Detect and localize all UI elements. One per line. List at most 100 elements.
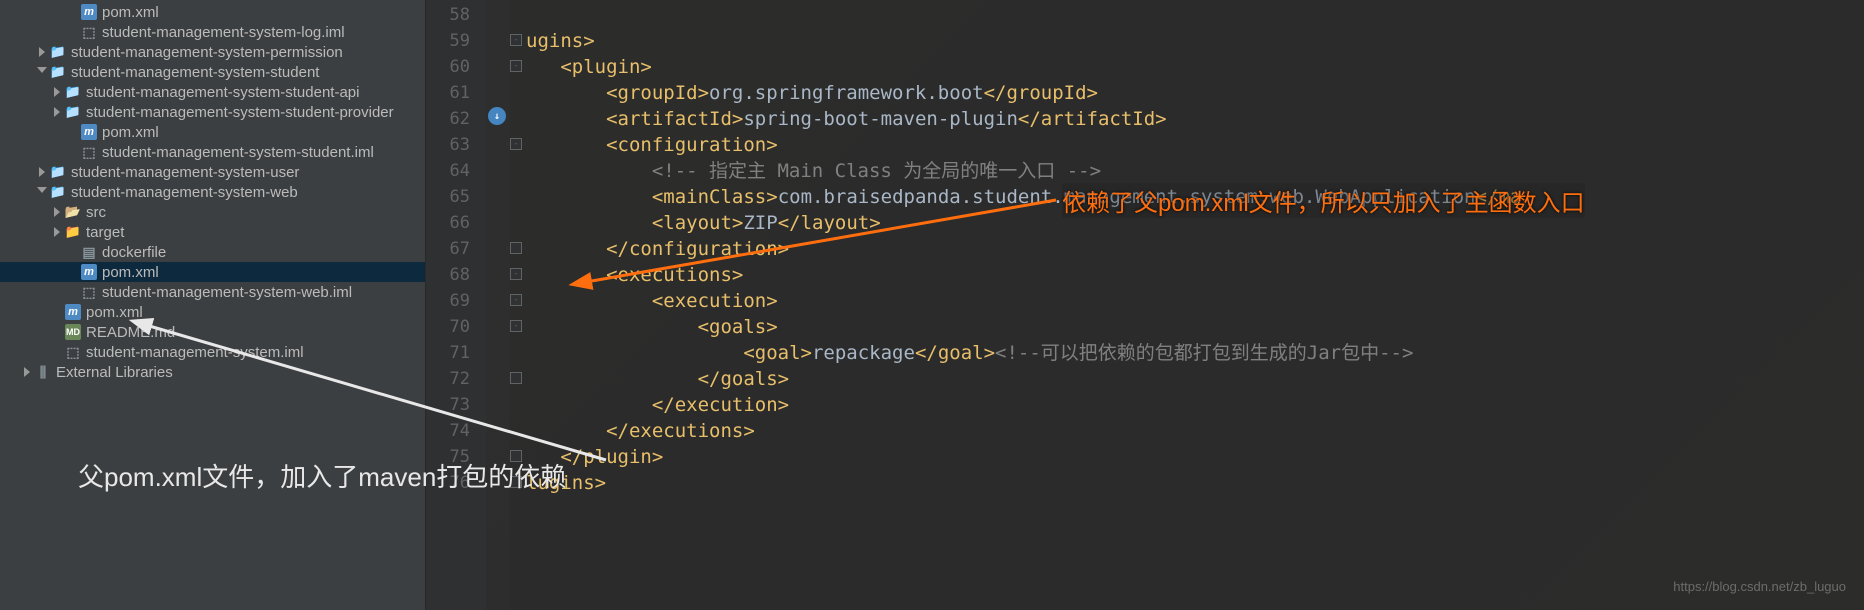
- fold-toggle-icon[interactable]: -: [510, 138, 522, 150]
- tree-item-label: student-management-system-student: [71, 64, 319, 81]
- code-line[interactable]: <goal>repackage</goal><!--可以把依赖的包都打包到生成的…: [526, 340, 1864, 366]
- line-number: 64: [426, 158, 486, 184]
- file-icon: [65, 104, 81, 120]
- tree-arrow-icon: [52, 307, 62, 317]
- line-number: 58: [426, 2, 486, 28]
- code-line[interactable]: </goals>: [526, 366, 1864, 392]
- tree-arrow-icon[interactable]: [37, 47, 47, 57]
- file-icon: [50, 64, 66, 80]
- code-line[interactable]: lugins>: [526, 470, 1864, 496]
- code-line[interactable]: <groupId>org.springframework.boot</group…: [526, 80, 1864, 106]
- tree-item[interactable]: dockerfile: [0, 242, 425, 262]
- file-icon: [81, 244, 97, 260]
- file-icon: [50, 44, 66, 60]
- code-line[interactable]: <layout>ZIP</layout>: [526, 210, 1864, 236]
- line-number-gutter: 58596061626364656667686970717273747576: [426, 0, 486, 610]
- tree-item[interactable]: student-management-system.iml: [0, 342, 425, 362]
- file-icon: [35, 364, 51, 380]
- code-line[interactable]: <artifactId>spring-boot-maven-plugin</ar…: [526, 106, 1864, 132]
- code-line[interactable]: <goals>: [526, 314, 1864, 340]
- code-line[interactable]: [526, 2, 1864, 28]
- tree-item[interactable]: pom.xml: [0, 262, 425, 282]
- tree-item[interactable]: student-management-system-student.iml: [0, 142, 425, 162]
- file-icon: [81, 24, 97, 40]
- code-line[interactable]: <execution>: [526, 288, 1864, 314]
- code-content[interactable]: ugins> <plugin> <groupId>org.springframe…: [526, 0, 1864, 610]
- tree-arrow-icon[interactable]: [37, 187, 47, 197]
- tree-item-label: target: [86, 224, 124, 241]
- fold-toggle-icon[interactable]: -: [510, 268, 522, 280]
- code-line[interactable]: ugins>: [526, 28, 1864, 54]
- tree-arrow-icon[interactable]: [52, 227, 62, 237]
- line-number: 68: [426, 262, 486, 288]
- tree-item[interactable]: student-management-system-student: [0, 62, 425, 82]
- file-icon: [65, 344, 81, 360]
- project-tree-sidebar: pom.xml student-management-system-log.iml…: [0, 0, 426, 610]
- file-icon: [81, 284, 97, 300]
- code-line[interactable]: <executions>: [526, 262, 1864, 288]
- tree-item-label: README.md: [86, 324, 175, 341]
- fold-toggle-icon[interactable]: -: [510, 60, 522, 72]
- fold-toggle-icon[interactable]: [510, 242, 522, 254]
- tree-arrow-icon[interactable]: [52, 107, 62, 117]
- tree-item[interactable]: pom.xml: [0, 2, 425, 22]
- tree-item-label: student-management-system-web: [71, 184, 298, 201]
- code-line[interactable]: <plugin>: [526, 54, 1864, 80]
- tree-item-label: student-management-system-log.iml: [102, 24, 345, 41]
- tree-arrow-icon[interactable]: [52, 87, 62, 97]
- line-number: 65: [426, 184, 486, 210]
- tree-item[interactable]: student-management-system-user: [0, 162, 425, 182]
- tree-item[interactable]: student-management-system-web.iml: [0, 282, 425, 302]
- code-line[interactable]: <mainClass>com.braisedpanda.student.mana…: [526, 184, 1864, 210]
- file-icon: [50, 184, 66, 200]
- tree-item-label: pom.xml: [102, 124, 159, 141]
- tree-item[interactable]: README.md: [0, 322, 425, 342]
- line-number: 74: [426, 418, 486, 444]
- tree-arrow-icon: [68, 147, 78, 157]
- code-line[interactable]: <configuration>: [526, 132, 1864, 158]
- tree-arrow-icon[interactable]: [52, 207, 62, 217]
- tree-item[interactable]: student-management-system-student-provid…: [0, 102, 425, 122]
- file-icon: [65, 204, 81, 220]
- code-line[interactable]: </execution>: [526, 392, 1864, 418]
- tree-arrow-icon[interactable]: [22, 367, 32, 377]
- tree-item[interactable]: target: [0, 222, 425, 242]
- tree-item[interactable]: External Libraries: [0, 362, 425, 382]
- tree-item[interactable]: student-management-system-permission: [0, 42, 425, 62]
- fold-toggle-icon[interactable]: -: [510, 320, 522, 332]
- file-icon: [65, 84, 81, 100]
- tree-arrow-icon: [68, 247, 78, 257]
- tree-item[interactable]: pom.xml: [0, 122, 425, 142]
- tree-arrow-icon[interactable]: [37, 67, 47, 77]
- run-gutter-icon[interactable]: [488, 107, 506, 125]
- file-icon: [81, 264, 97, 280]
- tree-item-label: student-management-system-permission: [71, 44, 343, 61]
- code-editor[interactable]: 58596061626364656667686970717273747576 -…: [426, 0, 1864, 610]
- line-number: 70: [426, 314, 486, 340]
- file-icon: [81, 144, 97, 160]
- tree-item-label: student-management-system-student.iml: [102, 144, 374, 161]
- tree-item[interactable]: student-management-system-web: [0, 182, 425, 202]
- line-number: 71: [426, 340, 486, 366]
- tree-arrow-icon[interactable]: [37, 167, 47, 177]
- fold-toggle-icon[interactable]: [510, 372, 522, 384]
- tree-item-label: pom.xml: [102, 264, 159, 281]
- line-number: 59: [426, 28, 486, 54]
- file-icon: [65, 324, 81, 340]
- code-line[interactable]: </executions>: [526, 418, 1864, 444]
- fold-toggle-icon[interactable]: -: [510, 294, 522, 306]
- code-line[interactable]: </plugin>: [526, 444, 1864, 470]
- line-number: 73: [426, 392, 486, 418]
- code-line[interactable]: </configuration>: [526, 236, 1864, 262]
- code-line[interactable]: <!-- 指定主 Main Class 为全局的唯一入口 -->: [526, 158, 1864, 184]
- tree-item[interactable]: pom.xml: [0, 302, 425, 322]
- tree-item[interactable]: src: [0, 202, 425, 222]
- tree-item[interactable]: student-management-system-student-api: [0, 82, 425, 102]
- tree-item-label: student-management-system-student-provid…: [86, 104, 394, 121]
- tree-item-label: dockerfile: [102, 244, 166, 261]
- fold-gutter: - - - - - -: [510, 0, 526, 610]
- tree-item[interactable]: student-management-system-log.iml: [0, 22, 425, 42]
- fold-toggle-icon[interactable]: -: [510, 34, 522, 46]
- line-number: 60: [426, 54, 486, 80]
- tree-arrow-icon: [68, 27, 78, 37]
